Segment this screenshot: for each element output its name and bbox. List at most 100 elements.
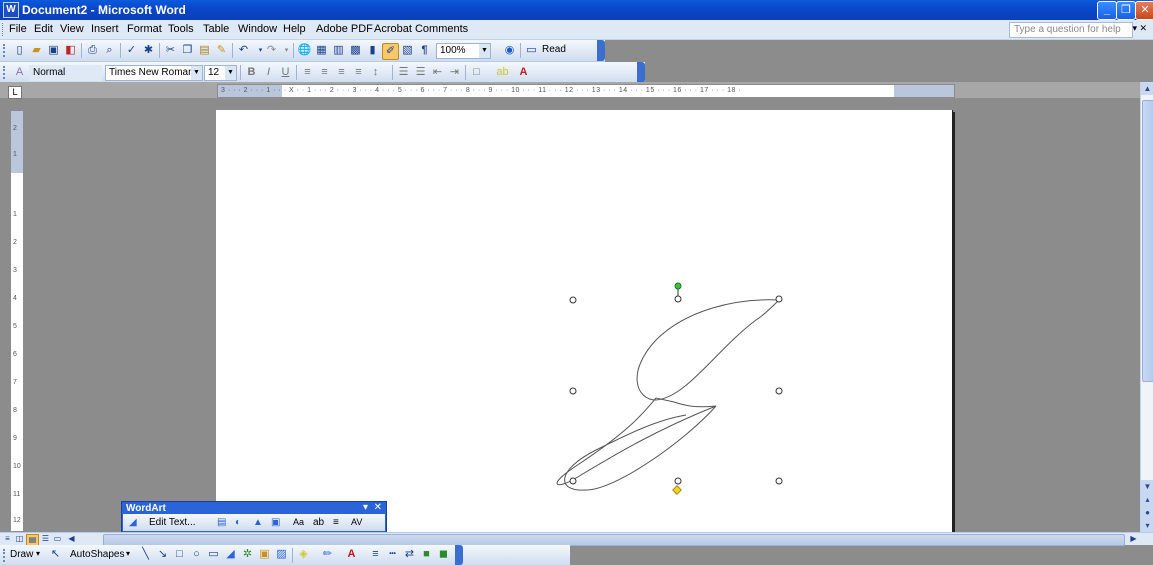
chevron-down-icon[interactable]: ▼ [191, 66, 202, 80]
wordart-icon[interactable]: ◢ [223, 547, 238, 562]
print-preview-icon[interactable]: ⌕ [102, 43, 117, 58]
increase-indent-icon[interactable]: ⇥ [447, 65, 462, 80]
3d-style-icon[interactable]: ◼ [436, 547, 451, 562]
menu-view[interactable]: View [60, 23, 84, 35]
line-spacing-icon[interactable]: ↕ [368, 65, 383, 80]
read-icon[interactable]: ▭ [524, 43, 539, 58]
word-app-icon[interactable]: W [3, 2, 19, 18]
same-letter-heights-icon[interactable]: Aa [293, 516, 304, 529]
close-button[interactable]: ✕ [1135, 1, 1153, 20]
scroll-right-icon[interactable]: ▶ [1128, 534, 1139, 544]
toolbar-grip[interactable] [3, 44, 8, 57]
toolbar-options-button[interactable] [455, 545, 463, 565]
menu-table[interactable]: Table [203, 23, 229, 35]
save-icon[interactable]: ▣ [46, 43, 61, 58]
cut-icon[interactable]: ✂ [163, 43, 178, 58]
text-box-icon[interactable]: ▭ [206, 547, 221, 562]
menu-insert[interactable]: Insert [91, 23, 119, 35]
shadow-style-icon[interactable]: ■ [419, 547, 434, 562]
outline-view-icon[interactable]: ☰ [40, 534, 51, 544]
line-icon[interactable]: ╲ [138, 547, 153, 562]
bold-icon[interactable]: B [244, 65, 259, 80]
character-spacing-icon[interactable]: AV [351, 516, 362, 529]
scroll-left-icon[interactable]: ◀ [66, 534, 77, 544]
menu-help[interactable]: Help [283, 23, 306, 35]
read-button[interactable]: Read [542, 44, 566, 55]
show-hide-icon[interactable]: ¶ [417, 43, 432, 58]
menu-grip[interactable] [2, 23, 6, 36]
permission-icon[interactable]: ◧ [63, 43, 78, 58]
decrease-indent-icon[interactable]: ⇤ [430, 65, 445, 80]
autoshapes-menu-button[interactable]: AutoShapes [70, 549, 125, 560]
vertical-scrollbar[interactable]: ▲ ▼ ▴ ● ▾ [1140, 82, 1153, 532]
alignment-icon[interactable]: ≡ [333, 516, 339, 529]
font-select[interactable]: Times New Roman ▼ [105, 65, 203, 81]
next-page-icon[interactable]: ▾ [1141, 519, 1153, 532]
font-size-select[interactable]: 12 ▼ [204, 65, 237, 81]
arrow-style-icon[interactable]: ⇄ [402, 547, 417, 562]
picture-icon[interactable]: ▨ [274, 547, 289, 562]
redo-dropdown-icon[interactable]: ▾ [279, 43, 294, 58]
tab-selector[interactable]: L [8, 86, 22, 99]
wordart-toolbar-controls[interactable]: ▾ ✕ [363, 502, 382, 513]
edit-text-button[interactable]: Edit Text... [149, 516, 196, 529]
document-page[interactable] [216, 110, 953, 532]
help-dropdown-icon[interactable]: ▾ ✕ [1132, 23, 1147, 34]
reading-layout-icon[interactable]: ▭ [52, 534, 63, 544]
menu-adobe-pdf[interactable]: Adobe PDF [316, 23, 373, 35]
align-right-icon[interactable]: ≡ [334, 65, 349, 80]
adjust-handle[interactable] [672, 485, 682, 495]
clip-art-icon[interactable]: ▣ [257, 547, 272, 562]
document-map-icon[interactable]: ▧ [400, 43, 415, 58]
bullets-icon[interactable]: ☰ [413, 65, 428, 80]
rotate-handle[interactable] [674, 282, 682, 290]
line-color-icon[interactable]: ✏ [320, 547, 335, 562]
numbering-icon[interactable]: ☰ [396, 65, 411, 80]
research-icon[interactable]: ✱ [141, 43, 156, 58]
menu-file[interactable]: File [9, 23, 27, 35]
chevron-down-icon[interactable]: ▼ [225, 66, 236, 80]
web-layout-icon[interactable]: ◫ [14, 534, 25, 544]
maximize-button[interactable]: ❐ [1116, 1, 1136, 20]
toolbar-options-button[interactable] [597, 40, 605, 61]
help-icon[interactable]: ◉ [502, 43, 517, 58]
format-painter-icon[interactable]: ✎ [214, 43, 229, 58]
paste-icon[interactable]: ▤ [197, 43, 212, 58]
print-icon[interactable]: ⎙ [85, 43, 100, 58]
diagram-icon[interactable]: ✲ [240, 547, 255, 562]
scroll-up-icon[interactable]: ▲ [1141, 82, 1153, 95]
line-style-icon[interactable]: ≡ [368, 547, 383, 562]
insert-table-icon[interactable]: ▥ [331, 43, 346, 58]
rectangle-icon[interactable]: □ [172, 547, 187, 562]
tables-borders-icon[interactable]: ▦ [314, 43, 329, 58]
normal-view-icon[interactable]: ≡ [2, 534, 13, 544]
zoom-select[interactable]: 100% ▼ [436, 43, 491, 59]
format-wordart-icon[interactable]: ◐ [235, 516, 241, 529]
wordart-shape[interactable] [556, 299, 781, 491]
italic-icon[interactable]: I [261, 65, 276, 80]
scroll-thumb[interactable] [1142, 100, 1153, 382]
align-left-icon[interactable]: ≡ [300, 65, 315, 80]
document-area[interactable] [28, 98, 1140, 532]
align-center-icon[interactable]: ≡ [317, 65, 332, 80]
toolbar-grip[interactable] [3, 549, 8, 562]
style-select[interactable]: Normal [29, 65, 102, 81]
wordart-shape-icon[interactable]: ▲ [253, 516, 263, 529]
font-color-icon[interactable]: A [344, 547, 359, 562]
borders-icon[interactable]: □ [469, 65, 484, 80]
menu-window[interactable]: Window [238, 23, 277, 35]
arrow-icon[interactable]: ↘ [155, 547, 170, 562]
menu-tools[interactable]: Tools [168, 23, 194, 35]
copy-icon[interactable]: ❐ [180, 43, 195, 58]
underline-icon[interactable]: U [278, 65, 293, 80]
wordart-toolbar[interactable]: WordArt ▾ ✕ ◢ Edit Text... ▤ ◐ ▲ ▣ Aa ab… [121, 501, 387, 533]
styles-formatting-icon[interactable]: A [12, 65, 27, 80]
dash-style-icon[interactable]: ┅ [385, 547, 400, 562]
menu-edit[interactable]: Edit [34, 23, 53, 35]
help-search-input[interactable]: Type a question for help [1009, 22, 1133, 38]
scroll-down-icon[interactable]: ▼ [1141, 480, 1153, 493]
vertical-ruler[interactable]: 2 1 1 2 3 4 5 6 7 8 9 10 11 12 [10, 110, 24, 532]
insert-wordart-icon[interactable]: ◢ [129, 516, 137, 529]
columns-icon[interactable]: ▮ [365, 43, 380, 58]
fill-color-icon[interactable]: ◈ [296, 547, 311, 562]
